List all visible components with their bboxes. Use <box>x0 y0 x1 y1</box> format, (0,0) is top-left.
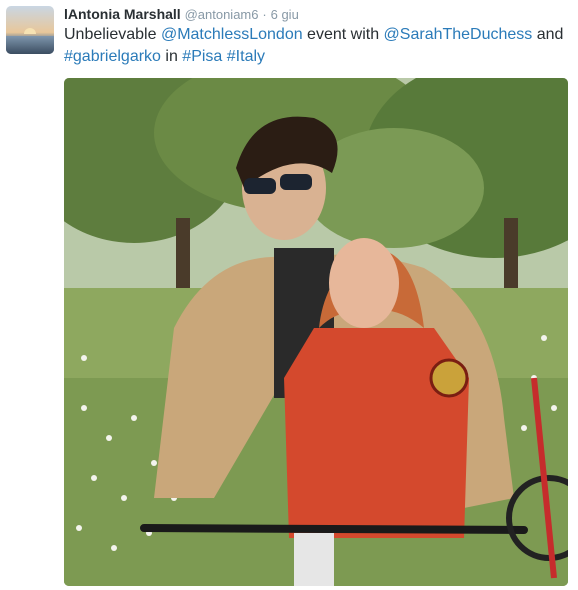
header-separator: · <box>262 7 267 22</box>
mention-matchlesslondon[interactable]: @MatchlessLondon <box>161 26 303 43</box>
avatar[interactable] <box>6 6 54 54</box>
hashtag-italy[interactable]: #Italy <box>227 48 265 65</box>
hashtag-pisa[interactable]: #Pisa <box>182 48 222 65</box>
woman-face <box>329 238 399 328</box>
tweet-text: Unbelievable @MatchlessLondon event with… <box>64 24 574 68</box>
man-sunglasses-left <box>244 178 276 194</box>
text-segment: Unbelievable <box>64 26 161 43</box>
mention-sarahtheduchess[interactable]: @SarahTheDuchess <box>384 26 533 43</box>
jacket-badge <box>429 358 469 398</box>
woman-jacket <box>284 328 469 538</box>
tweet-photo[interactable] <box>64 78 568 586</box>
hashtag-gabrielgarko[interactable]: #gabrielgarko <box>64 48 161 65</box>
tweet: lAntonia Marshall @antoniam6 · 6 giu Unb… <box>0 0 578 590</box>
text-segment: in <box>160 48 183 65</box>
author-fullname[interactable]: lAntonia Marshall <box>64 6 181 22</box>
avatar-sea-shape <box>6 36 54 54</box>
author-username[interactable]: @antoniam6 <box>185 7 259 22</box>
man-sunglasses-right <box>280 174 312 190</box>
bike-frame <box>294 533 334 586</box>
tweet-header: lAntonia Marshall @antoniam6 · 6 giu <box>64 5 299 24</box>
photo-illustration <box>64 78 568 586</box>
avatar-sun-shape <box>24 28 36 34</box>
text-segment: and <box>532 26 564 43</box>
bike-handlebar <box>140 524 528 534</box>
tweet-timestamp[interactable]: 6 giu <box>271 7 299 22</box>
text-segment: event with <box>302 26 384 43</box>
